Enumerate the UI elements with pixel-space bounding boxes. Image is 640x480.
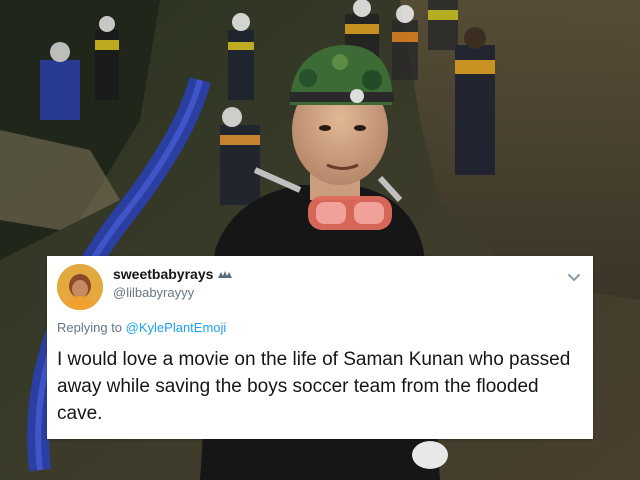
reply-context: Replying to @KylePlantEmoji bbox=[57, 320, 226, 335]
tweet-text: I would love a movie on the life of Sama… bbox=[57, 349, 571, 424]
display-name[interactable]: sweetbabyrays bbox=[113, 266, 213, 282]
user-handle[interactable]: @lilbabyrayyy bbox=[113, 285, 194, 300]
avatar[interactable] bbox=[57, 264, 103, 310]
chevron-down-icon[interactable] bbox=[567, 270, 581, 284]
emoji-badge-icon bbox=[217, 267, 233, 283]
reply-target-link[interactable]: @KylePlantEmoji bbox=[126, 320, 227, 335]
reply-prefix: Replying to bbox=[57, 320, 123, 335]
display-name-row[interactable]: sweetbabyrays bbox=[113, 266, 233, 283]
profile-photo-icon bbox=[57, 264, 103, 310]
tweet-card: sweetbabyrays @lilbabyrayyy Replying to … bbox=[47, 256, 593, 439]
